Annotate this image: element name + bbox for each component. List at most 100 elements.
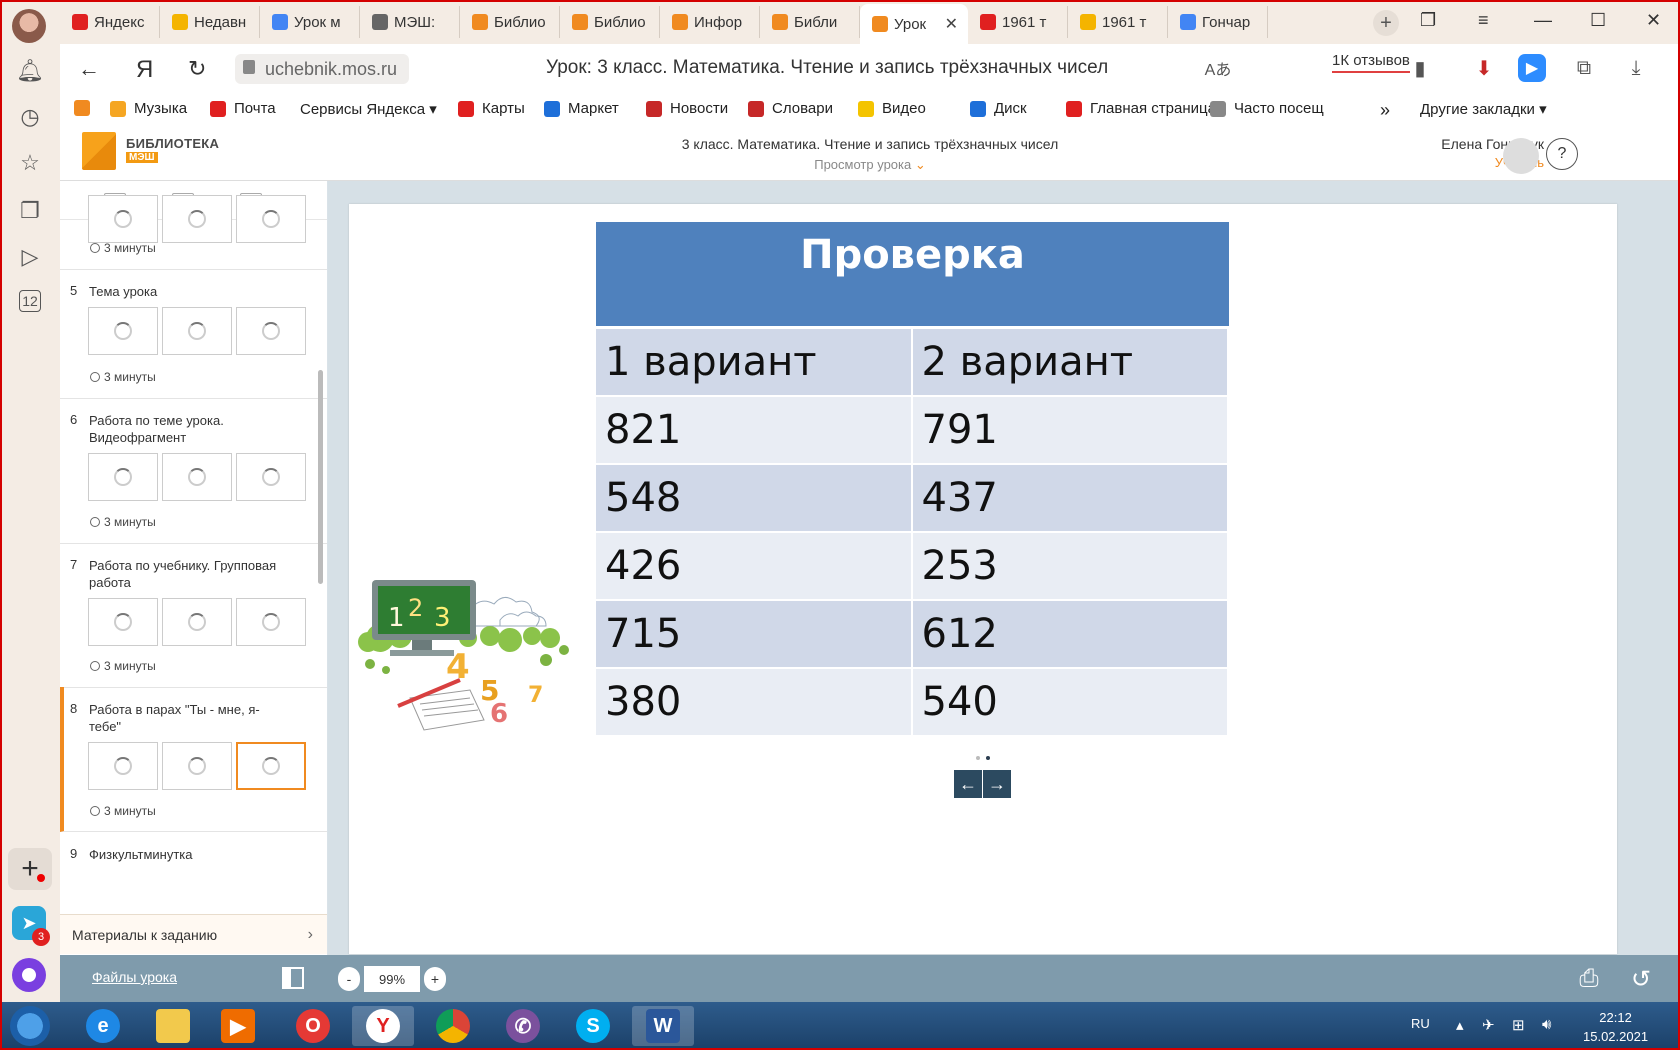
tray-arrow-icon[interactable]: ▴: [1456, 1016, 1464, 1034]
lesson-step[interactable]: 6 Работа по теме урока. Видеофрагмент 3 …: [60, 398, 327, 544]
bookmark-icon[interactable]: ▮: [1406, 54, 1434, 82]
skype-taskbar-item[interactable]: S: [562, 1006, 624, 1046]
tab[interactable]: Недавн: [160, 6, 260, 38]
prev-slide-button[interactable]: ←: [954, 770, 982, 798]
slide-thumbnail[interactable]: [88, 453, 158, 501]
volume-icon[interactable]: 🔊︎: [1542, 1016, 1551, 1033]
media-taskbar-item[interactable]: ▶: [207, 1006, 269, 1046]
zoom-out-button[interactable]: -: [338, 967, 360, 991]
bookmark-item[interactable]: Главная страница: [1066, 100, 1216, 117]
slide-thumbnail[interactable]: [162, 453, 232, 501]
pager-dot[interactable]: [976, 756, 980, 760]
lesson-step[interactable]: 7 Работа по учебнику. Групповая работа 3…: [60, 543, 327, 688]
zoom-value[interactable]: 99%: [364, 966, 420, 992]
slide-thumbnail[interactable]: [236, 598, 306, 646]
tab[interactable]: Гончар: [1168, 6, 1268, 38]
slide-thumbnail[interactable]: [88, 598, 158, 646]
tab[interactable]: Библио: [460, 6, 560, 38]
bookmark-item[interactable]: Часто посещ: [1210, 100, 1324, 117]
slide-thumbnail[interactable]: [236, 195, 306, 243]
url-field[interactable]: uchebnik.mos.ru: [235, 54, 410, 84]
bookmark-item[interactable]: Новости: [646, 100, 728, 117]
new-tab-button[interactable]: +: [1373, 10, 1399, 36]
lesson-step-active[interactable]: 8 Работа в парах "Ты - мне, я- тебе" 3 м…: [60, 687, 327, 832]
ie-taskbar-item[interactable]: e: [72, 1006, 134, 1046]
chrome-taskbar-item[interactable]: [422, 1006, 484, 1046]
download-manager-icon[interactable]: ⬇: [1470, 54, 1498, 82]
user-avatar[interactable]: [1503, 138, 1539, 174]
bookmark-item[interactable]: Другие закладки ▾: [1420, 100, 1547, 118]
collections-icon[interactable]: ❐: [17, 198, 43, 224]
tab[interactable]: 1961 т: [1068, 6, 1168, 38]
bookmark-item[interactable]: Диск: [970, 100, 1027, 117]
star-icon[interactable]: ☆: [17, 150, 43, 176]
reload-icon[interactable]: ↻: [188, 56, 206, 82]
opera-taskbar-item[interactable]: O: [282, 1006, 344, 1046]
close-tab-icon[interactable]: ✕: [945, 14, 958, 34]
bookmark-item[interactable]: Почта: [210, 100, 276, 117]
play-icon[interactable]: ▷: [17, 244, 43, 270]
lesson-view-dropdown[interactable]: Просмотр урока ⌄: [60, 157, 1680, 173]
zoom-in-button[interactable]: +: [424, 967, 446, 991]
lesson-files-link[interactable]: Файлы урока: [92, 969, 177, 985]
bookmark-item[interactable]: Музыка: [110, 100, 187, 117]
zoom-app-icon[interactable]: ▶: [1518, 54, 1546, 82]
pager-dot-active[interactable]: [986, 756, 990, 760]
slide-thumbnail[interactable]: [236, 453, 306, 501]
close-window-icon[interactable]: ✕: [1646, 10, 1661, 31]
slide-thumbnail[interactable]: [88, 742, 158, 790]
bookmark-item[interactable]: Видео: [858, 100, 926, 117]
alice-icon[interactable]: [12, 958, 46, 992]
slide-thumbnail[interactable]: [88, 195, 158, 243]
tab[interactable]: МЭШ:: [360, 6, 460, 38]
tab[interactable]: Урок м: [260, 6, 360, 38]
add-icon[interactable]: +: [8, 848, 52, 890]
slide-thumbnail[interactable]: [88, 307, 158, 355]
bell-icon[interactable]: 🔔︎: [16, 58, 44, 84]
bookmark-item[interactable]: [74, 100, 98, 116]
profile-avatar[interactable]: [12, 9, 46, 43]
viber-taskbar-item[interactable]: ✆: [492, 1006, 554, 1046]
clock[interactable]: 22:12 15.02.2021: [1583, 1008, 1648, 1046]
history-icon[interactable]: ◷: [17, 104, 43, 130]
menu-icon[interactable]: ≡: [1478, 10, 1489, 31]
tab[interactable]: Яндекс: [60, 6, 160, 38]
sidebar-scrollbar[interactable]: [318, 370, 323, 584]
slide-thumbnail[interactable]: [162, 195, 232, 243]
downloads-icon[interactable]: ⤓: [1622, 54, 1650, 82]
word-taskbar-item[interactable]: W: [632, 1006, 694, 1046]
tray-app-icon[interactable]: ✈: [1482, 1016, 1495, 1034]
bookmark-item[interactable]: Карты: [458, 100, 525, 117]
more-bookmarks-icon[interactable]: »: [1380, 100, 1390, 121]
task-materials-button[interactable]: Материалы к заданию ›: [60, 914, 327, 954]
yandex-browser-taskbar-item[interactable]: Y: [352, 1006, 414, 1046]
bookmark-item[interactable]: Маркет: [544, 100, 619, 117]
slide-thumbnail-selected[interactable]: [236, 742, 306, 790]
help-button[interactable]: ?: [1546, 138, 1578, 170]
input-language[interactable]: RU: [1411, 1016, 1430, 1031]
minimize-icon[interactable]: —: [1534, 10, 1552, 31]
bookmark-item[interactable]: Словари: [748, 100, 833, 117]
back-icon[interactable]: ←: [78, 56, 100, 82]
maximize-icon[interactable]: ☐: [1590, 10, 1606, 31]
reviews-button[interactable]: 1К отзывов: [1332, 52, 1410, 73]
toggle-panel-icon[interactable]: [282, 967, 304, 989]
tab[interactable]: Библи: [760, 6, 860, 38]
bookmark-item[interactable]: Сервисы Яндекса ▾: [300, 100, 437, 118]
tab-active[interactable]: Урок ✕: [860, 4, 968, 44]
lesson-step[interactable]: 9 Физкультминутка: [60, 832, 327, 872]
print-icon[interactable]: ⎙: [1574, 964, 1604, 994]
tab[interactable]: Библио: [560, 6, 660, 38]
lesson-step[interactable]: 3 минуты: [60, 195, 327, 270]
tab[interactable]: 1961 т: [968, 6, 1068, 38]
yandex-logo-icon[interactable]: Я: [136, 56, 153, 84]
next-slide-button[interactable]: →: [983, 770, 1011, 798]
start-button[interactable]: [10, 1006, 50, 1046]
slide-thumbnail[interactable]: [162, 598, 232, 646]
tab[interactable]: Инфор: [660, 6, 760, 38]
network-icon[interactable]: ⊞: [1512, 1016, 1525, 1034]
slide-thumbnail[interactable]: [162, 742, 232, 790]
explorer-taskbar-item[interactable]: [142, 1006, 204, 1046]
extensions-icon[interactable]: ⧉: [1570, 54, 1598, 82]
slide-thumbnail[interactable]: [236, 307, 306, 355]
